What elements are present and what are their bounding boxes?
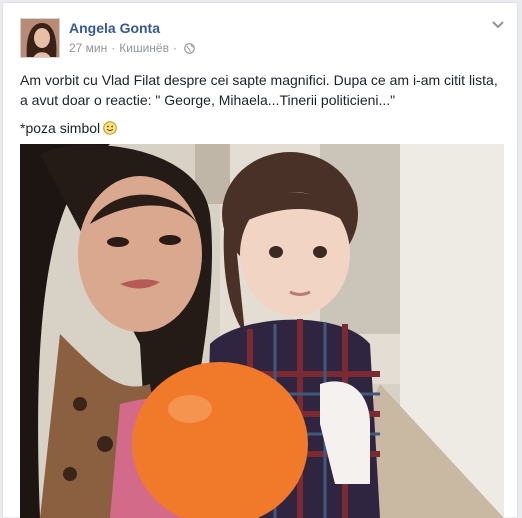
avatar[interactable] [20,18,60,58]
post-card: Angela Gonta 27 мин · Кишинёв · Am vorbi… [2,2,518,518]
meta-separator-2: · [172,41,177,55]
post-text-line-2: *poza simbol [20,118,508,138]
post-text: Am vorbit cu Vlad Filat despre cei sapte… [20,70,508,146]
smiley-icon [103,121,117,135]
chevron-down-icon[interactable] [491,17,505,31]
post-text-line-1: Am vorbit cu Vlad Filat despre cei sapte… [20,72,498,108]
globe-icon[interactable] [184,42,195,54]
author-name[interactable]: Angela Gonta [69,20,160,36]
post-meta: 27 мин · Кишинёв · [69,41,195,55]
post-location[interactable]: Кишинёв [119,41,169,55]
post-text-line-2-text: *poza simbol [20,120,101,136]
meta-separator: · [111,41,116,55]
post-photo[interactable] [20,144,504,518]
post-time[interactable]: 27 мин [69,41,107,55]
